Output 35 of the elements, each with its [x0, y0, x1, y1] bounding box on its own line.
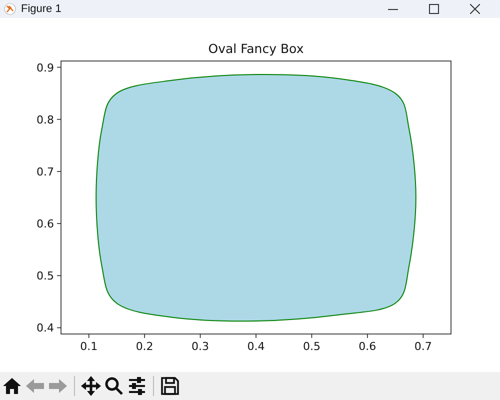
y-tick-mark: [56, 327, 62, 328]
x-tick-mark: [311, 334, 312, 338]
maximize-icon[interactable]: [429, 4, 439, 14]
chart-title: Oval Fancy Box: [208, 41, 304, 56]
y-tick-label: 0.7: [36, 165, 54, 178]
y-tick-label: 0.5: [36, 270, 54, 283]
y-tick-mark: [56, 223, 62, 224]
x-tick-mark: [422, 334, 424, 338]
y-tick-mark: [56, 275, 62, 276]
x-tick-mark: [367, 334, 368, 338]
x-tick-label: 0.1: [80, 340, 98, 353]
y-tick-label: 0.6: [36, 218, 54, 231]
y-tick-mark: [56, 66, 62, 68]
y-tick-label: 0.4: [36, 322, 54, 335]
sliders-icon[interactable]: [127, 376, 147, 396]
y-tick-mark: [56, 118, 62, 120]
x-tick-label: 0.4: [247, 340, 265, 353]
y-tick-label: 0.9: [36, 61, 54, 74]
x-tick-label: 0.3: [192, 340, 210, 353]
x-tick-label: 0.5: [302, 340, 320, 353]
y-tick-mark: [56, 171, 62, 172]
move-icon[interactable]: [81, 376, 101, 396]
x-tick-mark: [200, 334, 201, 338]
zoom-icon[interactable]: [104, 376, 124, 396]
y-tick-label: 0.8: [36, 113, 54, 126]
x-tick-label: 0.6: [358, 340, 376, 353]
save-icon[interactable]: [160, 376, 180, 396]
window-title: Figure 1: [21, 3, 62, 15]
close-icon[interactable]: [470, 4, 480, 14]
x-tick-mark: [88, 334, 90, 338]
x-tick-label: 0.7: [414, 340, 432, 353]
app-icon: [4, 3, 16, 15]
home-icon[interactable]: [2, 376, 22, 396]
x-tick-label: 0.2: [136, 340, 154, 353]
x-tick-mark: [144, 334, 145, 338]
